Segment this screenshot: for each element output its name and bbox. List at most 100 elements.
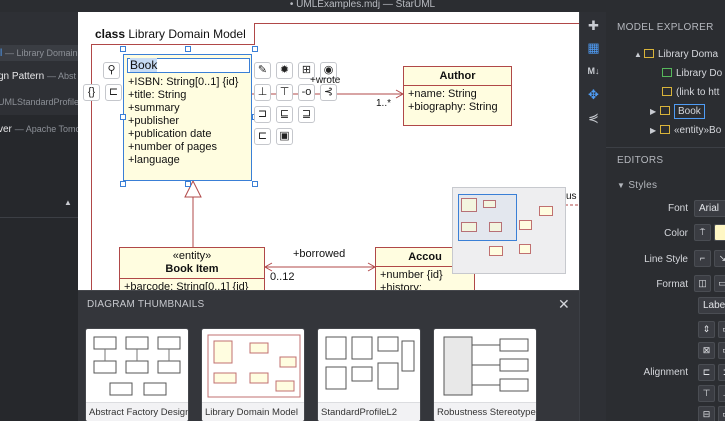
- thumbnail-card[interactable]: Library Domain Model: [201, 328, 305, 421]
- suppress-icon[interactable]: ⊠: [698, 342, 715, 359]
- font-label: Font: [667, 203, 688, 214]
- label-toggle[interactable]: Labe: [698, 297, 725, 314]
- auto-resize-icon[interactable]: ⇕: [698, 321, 715, 338]
- suppress-icon[interactable]: ⊏: [105, 84, 122, 101]
- align-middle-icon[interactable]: ⊥: [718, 385, 725, 402]
- minimap-viewport[interactable]: [458, 194, 517, 241]
- resize-handle[interactable]: [120, 114, 126, 120]
- attribute[interactable]: +barcode: String[0..1] {id}: [124, 281, 260, 290]
- working-diagram-sub: — Library Domain: [5, 48, 78, 58]
- attribute[interactable]: +history: History[0..1]: [380, 282, 470, 290]
- align-left-icon[interactable]: ⊏: [698, 364, 715, 381]
- attribute[interactable]: +number of pages: [128, 141, 247, 154]
- class-icon: [660, 125, 670, 134]
- composition-icon[interactable]: ⊑: [276, 106, 293, 123]
- book-class[interactable]: Book +ISBN: String[0..1] {id} +title: St…: [123, 54, 252, 181]
- resize-handle[interactable]: [120, 181, 126, 187]
- crosshair-icon[interactable]: ✥: [584, 85, 603, 104]
- working-diagram-item[interactable]: l — Library Domain: [0, 45, 78, 61]
- working-diagram-sub: — Abst: [46, 71, 76, 81]
- link-icon: [662, 87, 672, 96]
- pencil-icon[interactable]: ✎: [254, 62, 271, 79]
- alignment-label: Alignment: [643, 367, 688, 378]
- paint-icon[interactable]: ⍑: [694, 224, 711, 241]
- thumbnail-card[interactable]: Robustness Stereotype: [433, 328, 537, 421]
- tree-item[interactable]: Library Do: [606, 65, 725, 82]
- line-style-alt-icon[interactable]: ↘: [714, 250, 725, 267]
- resize-handle[interactable]: [185, 46, 191, 52]
- align-top-icon[interactable]: ⊤: [698, 385, 715, 402]
- align-bottom-icon[interactable]: ⊟: [698, 406, 715, 421]
- interface-icon[interactable]: -o: [298, 84, 315, 101]
- attribute[interactable]: +publisher: [128, 115, 247, 128]
- resize-handle[interactable]: [120, 46, 126, 52]
- fill-color-swatch[interactable]: [714, 224, 725, 241]
- note-icon[interactable]: ▣: [276, 128, 293, 145]
- author-class[interactable]: Author +name: String +biography: String: [403, 66, 512, 126]
- tree-item[interactable]: ▶ «entity»Bo: [606, 122, 725, 139]
- template-parameter-icon[interactable]: {}: [83, 84, 100, 101]
- align-center-icon[interactable]: ⊐: [718, 364, 725, 381]
- attribute[interactable]: +publication date: [128, 128, 247, 141]
- gear-icon[interactable]: ✹: [276, 62, 293, 79]
- puzzle-icon[interactable]: ✚: [584, 16, 603, 35]
- tree-item[interactable]: ▲ Library Doma: [606, 46, 725, 63]
- collapse-arrow-icon[interactable]: ▲: [64, 198, 72, 207]
- collapse-caret-icon[interactable]: ▲: [634, 46, 644, 63]
- font-select[interactable]: Arial: [694, 200, 725, 217]
- role-label-wrote: +wrote: [310, 75, 341, 86]
- minimap-shape: [519, 244, 531, 254]
- resize-handle[interactable]: [252, 181, 258, 187]
- collapse-caret-icon: ▼: [617, 181, 626, 190]
- diagram-canvas[interactable]: class Library Domain Model Book +ISBN: S…: [78, 12, 579, 290]
- add-attribute-icon[interactable]: ⊥: [254, 84, 271, 101]
- minimap-shape: [519, 220, 532, 230]
- tree-item[interactable]: (link to htt: [606, 84, 725, 101]
- book-item-class[interactable]: «entity» Book Item +barcode: String[0..1…: [119, 247, 265, 290]
- class-header: «entity» Book Item: [120, 248, 264, 279]
- attribute[interactable]: +name: String: [408, 88, 507, 101]
- resize-alt-icon[interactable]: ▭: [718, 321, 725, 338]
- dependency-icon[interactable]: ⊏: [254, 128, 271, 145]
- suppress-alt-icon[interactable]: ▭: [718, 342, 725, 359]
- markdown-icon[interactable]: M↓: [584, 62, 603, 81]
- working-diagram-item[interactable]: ver — Apache Tomc: [0, 124, 80, 135]
- color-label: Color: [664, 228, 688, 239]
- attribute[interactable]: +title: String: [128, 89, 247, 102]
- divider: [606, 147, 725, 148]
- attribute[interactable]: +language: [128, 154, 247, 167]
- format-alt-icon[interactable]: ▭: [714, 275, 725, 292]
- share-icon[interactable]: ⋞: [584, 108, 603, 127]
- thumbnail-card[interactable]: StandardProfileL2: [317, 328, 421, 421]
- styles-section[interactable]: ▼ Styles: [617, 180, 657, 191]
- working-diagram-label: l: [0, 48, 3, 59]
- add-operation-icon[interactable]: ⊤: [276, 84, 293, 101]
- align-justify-icon[interactable]: ▭: [718, 406, 725, 421]
- working-diagram-label: gn Pattern: [0, 71, 45, 82]
- aggregation-icon[interactable]: ⊐: [254, 106, 271, 123]
- resize-handle[interactable]: [185, 181, 191, 187]
- visibility-icon[interactable]: ⚲: [103, 62, 120, 79]
- tree-item[interactable]: ▶ Book: [606, 103, 725, 120]
- line-style-icon[interactable]: ⌐: [694, 250, 711, 267]
- edge-label: us: [566, 191, 577, 202]
- generalization-icon[interactable]: ⊒: [298, 106, 315, 123]
- attribute[interactable]: +summary: [128, 102, 247, 115]
- working-diagram-item[interactable]: gn Pattern — Abst: [0, 71, 76, 82]
- expand-caret-icon[interactable]: ▶: [650, 122, 660, 139]
- class-name-text: Book: [130, 58, 158, 72]
- role-label-borrowed: +borrowed: [293, 248, 346, 260]
- class-name-input[interactable]: Book: [127, 58, 250, 73]
- close-icon[interactable]: ✕: [558, 296, 570, 313]
- attribute[interactable]: +ISBN: String[0..1] {id}: [128, 76, 247, 89]
- thumbnail-card[interactable]: Abstract Factory Design: [85, 328, 189, 421]
- format-icon[interactable]: ◫: [694, 275, 711, 292]
- association-icon[interactable]: ⊰: [320, 84, 337, 101]
- attribute[interactable]: +biography: String: [408, 101, 507, 114]
- expand-caret-icon[interactable]: ▶: [650, 103, 660, 120]
- layers-icon[interactable]: ▦: [584, 38, 603, 57]
- working-diagram-item[interactable]: UMLStandardProfile: [0, 97, 79, 108]
- minimap[interactable]: [452, 187, 566, 274]
- multiplicity-label: 1..*: [376, 98, 392, 109]
- resize-handle[interactable]: [252, 46, 258, 52]
